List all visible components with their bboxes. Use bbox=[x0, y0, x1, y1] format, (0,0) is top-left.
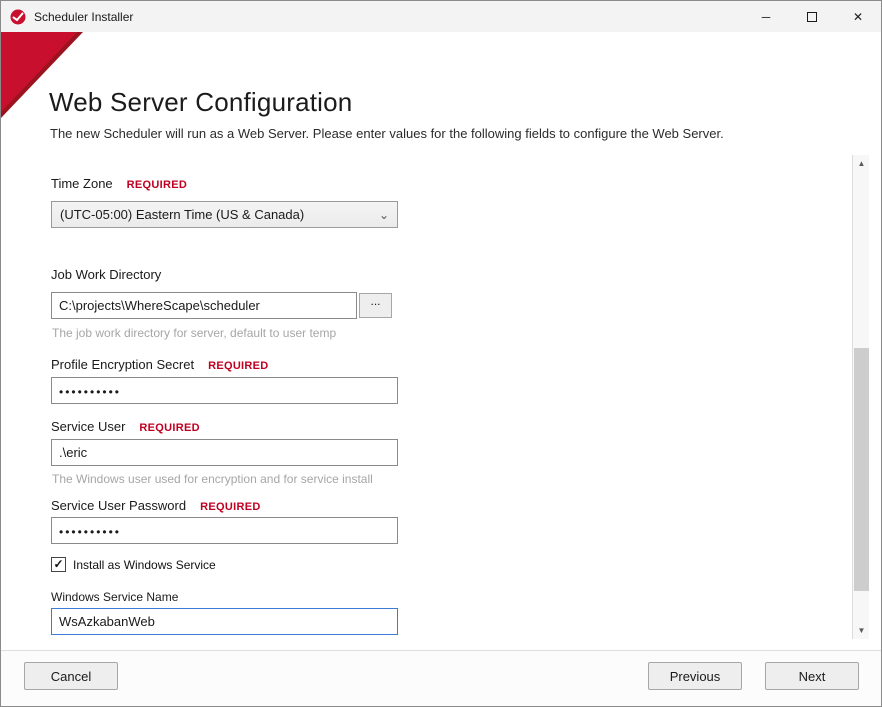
service-user-required-badge: REQUIRED bbox=[139, 422, 199, 434]
browse-button-label: ... bbox=[370, 294, 380, 308]
page-title: Web Server Configuration bbox=[49, 87, 352, 118]
profile-encryption-secret-input[interactable] bbox=[51, 377, 398, 404]
minimize-button[interactable]: ─ bbox=[743, 1, 789, 32]
install-as-windows-service-label: Install as Windows Service bbox=[73, 558, 216, 572]
install-as-windows-service-row: ✓ Install as Windows Service bbox=[51, 557, 216, 572]
checkmark-icon: ✓ bbox=[53, 557, 63, 572]
close-button[interactable]: ✕ bbox=[835, 1, 881, 32]
maximize-button[interactable] bbox=[789, 1, 835, 32]
windows-service-name-label: Windows Service Name bbox=[51, 590, 178, 604]
job-work-directory-label-row: Job Work Directory bbox=[51, 267, 161, 282]
installer-window: Scheduler Installer ─ ✕ Web Server Confi… bbox=[0, 0, 882, 707]
title-bar: Scheduler Installer ─ ✕ bbox=[1, 1, 881, 32]
scroll-up-icon[interactable]: ▲ bbox=[853, 155, 870, 172]
scroll-down-icon[interactable]: ▼ bbox=[853, 622, 870, 639]
vertical-scrollbar[interactable]: ▲ ▼ bbox=[852, 155, 869, 639]
profile-encryption-secret-required-badge: REQUIRED bbox=[208, 360, 268, 372]
scrollbar-thumb[interactable] bbox=[854, 348, 869, 591]
chevron-down-icon: ⌄ bbox=[379, 210, 389, 220]
job-work-directory-label: Job Work Directory bbox=[51, 267, 161, 282]
footer-bar: Cancel Previous Next bbox=[1, 650, 881, 706]
window-title: Scheduler Installer bbox=[34, 10, 133, 24]
job-work-directory-help: The job work directory for server, defau… bbox=[52, 326, 336, 340]
next-button[interactable]: Next bbox=[765, 662, 859, 690]
install-as-windows-service-checkbox[interactable]: ✓ bbox=[51, 557, 66, 572]
time-zone-select[interactable]: (UTC-05:00) Eastern Time (US & Canada) ⌄ bbox=[51, 201, 398, 228]
window-controls: ─ ✕ bbox=[743, 1, 881, 32]
minimize-icon: ─ bbox=[762, 10, 771, 24]
service-user-label-row: Service User REQUIRED bbox=[51, 419, 200, 434]
windows-service-name-input[interactable] bbox=[51, 608, 398, 635]
service-user-password-input[interactable] bbox=[51, 517, 398, 544]
time-zone-label-row: Time Zone REQUIRED bbox=[51, 176, 187, 191]
job-work-directory-input[interactable] bbox=[51, 292, 357, 319]
app-logo-icon bbox=[10, 9, 26, 25]
time-zone-label: Time Zone bbox=[51, 176, 113, 191]
service-user-label: Service User bbox=[51, 419, 125, 434]
time-zone-selected-value: (UTC-05:00) Eastern Time (US & Canada) bbox=[60, 207, 304, 222]
maximize-icon bbox=[807, 12, 817, 22]
service-user-password-label-row: Service User Password REQUIRED bbox=[51, 498, 261, 513]
page-subtitle: The new Scheduler will run as a Web Serv… bbox=[50, 126, 724, 141]
service-user-help: The Windows user used for encryption and… bbox=[52, 472, 373, 486]
previous-button[interactable]: Previous bbox=[648, 662, 742, 690]
service-user-input[interactable] bbox=[51, 439, 398, 466]
close-icon: ✕ bbox=[853, 10, 863, 24]
profile-encryption-secret-label: Profile Encryption Secret bbox=[51, 357, 194, 372]
service-user-password-label: Service User Password bbox=[51, 498, 186, 513]
profile-encryption-secret-label-row: Profile Encryption Secret REQUIRED bbox=[51, 357, 269, 372]
time-zone-required-badge: REQUIRED bbox=[127, 179, 187, 191]
windows-service-name-label-row: Windows Service Name bbox=[51, 590, 178, 604]
cancel-button[interactable]: Cancel bbox=[24, 662, 118, 690]
service-user-password-required-badge: REQUIRED bbox=[200, 501, 260, 513]
browse-directory-button[interactable]: ... bbox=[359, 293, 392, 318]
